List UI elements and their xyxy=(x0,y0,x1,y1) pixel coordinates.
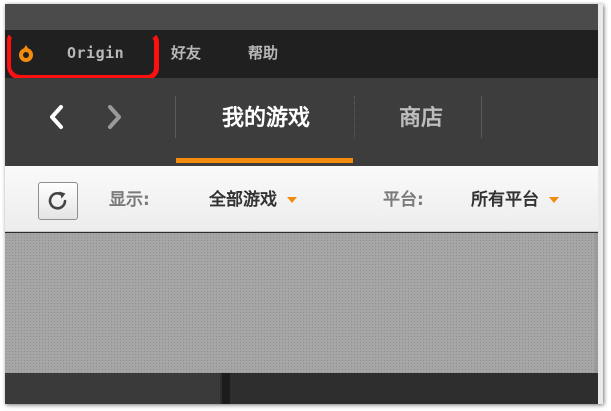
filter-bar: 显示: 全部游戏 平台: 所有平台 xyxy=(5,166,603,232)
chevron-left-icon[interactable] xyxy=(45,102,69,132)
show-filter-dropdown[interactable]: 全部游戏 xyxy=(209,188,297,212)
menu-origin[interactable]: Origin xyxy=(67,42,124,64)
platform-filter-label: 平台: xyxy=(383,190,424,210)
tab-store[interactable]: 商店 xyxy=(386,102,456,136)
origin-window: Origin 好友 帮助 我的游戏 商店 显示: 全部游戏 平台: 所有平台 xyxy=(5,4,603,404)
menu-help[interactable]: 帮助 xyxy=(248,42,278,64)
refresh-button[interactable] xyxy=(38,182,78,220)
show-filter-value: 全部游戏 xyxy=(209,190,277,210)
panel-divider xyxy=(222,373,230,404)
chevron-right-icon[interactable] xyxy=(102,102,126,132)
window-edge xyxy=(598,4,603,404)
title-bar xyxy=(5,4,603,30)
game-library-area xyxy=(5,233,603,373)
platform-filter-dropdown[interactable]: 所有平台 xyxy=(471,188,559,212)
refresh-icon xyxy=(48,191,67,210)
tab-my-games[interactable]: 我的游戏 xyxy=(201,102,331,136)
nav-divider xyxy=(354,96,355,138)
nav-divider xyxy=(175,96,176,138)
bottom-left-panel xyxy=(5,373,220,404)
show-filter-label: 显示: xyxy=(109,190,150,210)
caret-down-icon xyxy=(287,197,297,203)
active-tab-indicator xyxy=(176,158,353,163)
menu-friends[interactable]: 好友 xyxy=(171,42,201,64)
platform-filter-value: 所有平台 xyxy=(471,190,539,210)
menu-bar: Origin 好友 帮助 xyxy=(5,30,603,80)
origin-logo-icon[interactable] xyxy=(16,44,36,64)
nav-bar: 我的游戏 商店 xyxy=(5,78,603,166)
nav-divider xyxy=(481,96,482,138)
caret-down-icon xyxy=(549,197,559,203)
